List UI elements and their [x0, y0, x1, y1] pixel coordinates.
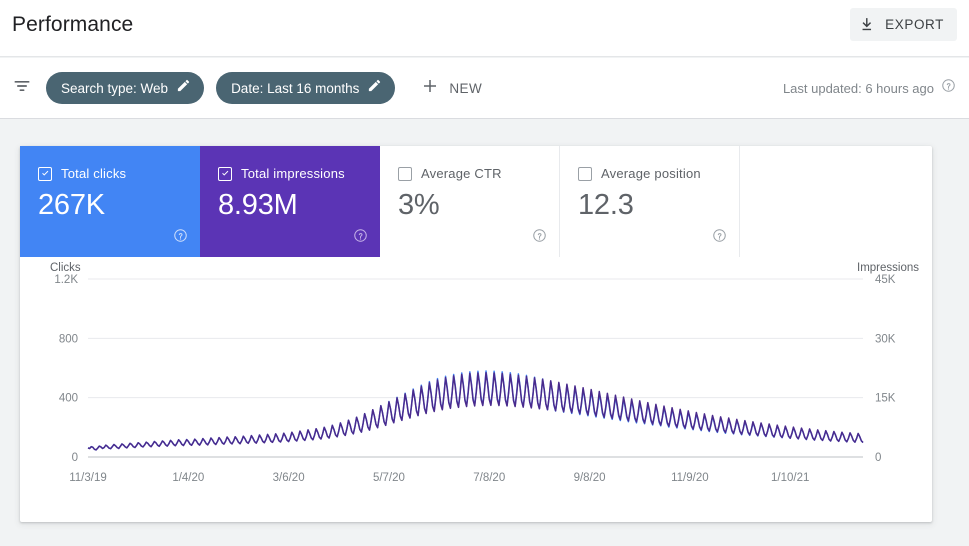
metric-tile-value: 3%	[398, 189, 440, 221]
y-axis-title-right: Impressions	[857, 262, 919, 274]
help-circle-icon[interactable]	[532, 228, 547, 248]
performance-chart[interactable]: 0 400 800 1.2K 0 15K 30K 45K Clicks Impressions 11…	[20, 257, 932, 522]
download-icon	[859, 16, 876, 33]
checkbox-total-impressions[interactable]	[218, 166, 232, 181]
performance-page: Performance EXPORT Search type: Web Date…	[0, 0, 969, 546]
funnel-icon[interactable]	[12, 76, 32, 101]
help-circle-icon[interactable]	[173, 228, 188, 248]
metric-tile-average-position[interactable]: Average position 12.3	[560, 146, 740, 257]
checkbox-average-ctr[interactable]	[398, 166, 412, 181]
plus-icon	[421, 77, 439, 100]
metric-tile-value: 267K	[38, 189, 105, 221]
export-button[interactable]: EXPORT	[850, 8, 957, 41]
checkbox-average-position[interactable]	[578, 166, 592, 181]
metric-tile-total-impressions[interactable]: Total impressions 8.93M	[200, 146, 380, 257]
page-title: Performance	[12, 13, 134, 36]
help-circle-icon[interactable]	[353, 228, 368, 248]
metric-tile-header: Average CTR	[398, 166, 559, 181]
metric-tile-value: 8.93M	[218, 189, 298, 221]
last-updated: Last updated: 6 hours ago	[783, 78, 956, 98]
last-updated-text: Last updated: 6 hours ago	[782, 80, 934, 96]
help-circle-icon[interactable]	[941, 78, 956, 98]
x-axis-tick: 11/9/20	[671, 472, 709, 484]
help-circle-icon[interactable]	[712, 228, 727, 248]
metric-tile-total-clicks[interactable]: Total clicks 267K	[20, 146, 200, 257]
y-axis-tick-right: 30K	[875, 333, 896, 345]
y-axis-tick-left: 0	[72, 452, 78, 464]
y-axis-tick-left: 400	[59, 393, 78, 405]
filter-chip-label: Search type: Web	[61, 80, 169, 96]
metric-tiles: Total clicks 267K Total impressions 8.93…	[20, 146, 932, 257]
y-axis-tick-right: 0	[875, 452, 881, 464]
export-label: EXPORT	[885, 17, 944, 32]
y-axis-tick-right: 15K	[875, 393, 896, 405]
metric-tile-value: 12.3	[578, 189, 634, 221]
metric-tile-average-ctr[interactable]: Average CTR 3%	[380, 146, 560, 257]
x-axis-tick: 5/7/20	[373, 472, 405, 484]
chart-series-clicks	[87, 370, 864, 451]
x-axis-tick: 7/8/20	[473, 472, 505, 484]
x-axis-tick: 1/10/21	[771, 472, 809, 484]
y-axis-tick-right: 45K	[875, 274, 896, 286]
metric-tile-label: Average position	[601, 166, 701, 181]
y-axis-tick-left: 800	[59, 333, 78, 345]
metric-tile-header: Average position	[578, 166, 739, 181]
x-axis-tick: 3/6/20	[273, 472, 305, 484]
new-filter-label: NEW	[449, 80, 483, 96]
new-filter-button[interactable]: NEW	[413, 73, 490, 104]
metric-tile-label: Total impressions	[241, 166, 345, 181]
x-axis-tick: 9/8/20	[574, 472, 606, 484]
metric-tile-header: Total clicks	[38, 166, 200, 181]
performance-card: Total clicks 267K Total impressions 8.93…	[20, 146, 932, 522]
metric-tile-label: Average CTR	[421, 166, 502, 181]
filter-chip-date[interactable]: Date: Last 16 months	[216, 72, 396, 104]
top-bar: Performance EXPORT	[0, 0, 969, 57]
checkbox-total-clicks[interactable]	[38, 166, 52, 181]
chart-series-impressions	[87, 372, 864, 451]
pencil-icon[interactable]	[176, 78, 191, 98]
filter-chip-search-type[interactable]: Search type: Web	[46, 72, 205, 104]
metric-tile-header: Total impressions	[218, 166, 380, 181]
x-axis-tick: 11/3/19	[69, 472, 107, 484]
y-axis-tick-left: 1.2K	[54, 274, 78, 286]
filter-chip-label: Date: Last 16 months	[231, 80, 360, 96]
metric-tile-label: Total clicks	[61, 166, 127, 181]
x-axis-tick: 1/4/20	[172, 472, 204, 484]
performance-chart-svg: 0 400 800 1.2K 0 15K 30K 45K Clicks Impressions 11…	[50, 262, 919, 484]
y-axis-title-left: Clicks	[50, 262, 81, 274]
pencil-icon[interactable]	[367, 78, 382, 98]
filter-bar: Search type: Web Date: Last 16 months NE…	[0, 58, 969, 119]
